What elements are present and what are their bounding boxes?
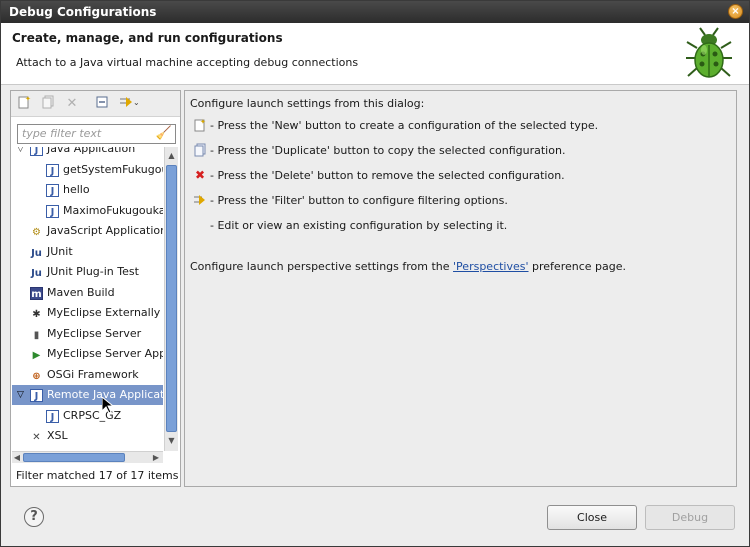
tree-item[interactable]: JgetSystemFukugou [12, 160, 163, 180]
perspective-prefix: Configure launch perspective settings fr… [190, 260, 454, 273]
tree-item-label: XSL [47, 429, 68, 442]
tree-item-label: JUnit Plug-in Test [47, 265, 139, 278]
tree-item[interactable]: m Maven Build [12, 283, 163, 303]
junit-plugin-icon: Ju [31, 268, 42, 279]
tree-item-label: JUnit [47, 244, 73, 258]
tree-item[interactable]: ▽ J Java Application [12, 147, 163, 159]
perspective-text: Configure launch perspective settings fr… [190, 260, 626, 273]
duplicate-icon[interactable] [39, 95, 57, 113]
java-config-icon: J [46, 184, 59, 197]
dialog-header: Create, manage, and run configurations A… [1, 23, 749, 85]
myeclipse-server-icon: ▮ [33, 329, 40, 341]
remote-java-icon: J [30, 389, 43, 402]
javascript-icon: ⚙ [32, 227, 41, 238]
scroll-left-icon[interactable]: ◀ [12, 452, 22, 463]
tree-item-label: MaximoFukugouka [63, 203, 163, 217]
filter-icon [193, 193, 207, 207]
osgi-icon: ⊕ [32, 370, 41, 382]
instruction-duplicate: - Press the 'Duplicate' button to copy t… [210, 144, 566, 157]
tree-item-label: JavaScript Application [47, 224, 163, 237]
filter-input[interactable]: type filter text 🧹 [17, 124, 176, 144]
vertical-scroll-thumb[interactable] [166, 165, 177, 432]
new-config-icon[interactable]: ✦ [15, 95, 33, 113]
intro-text: Configure launch settings from this dial… [190, 97, 425, 110]
tree-item[interactable]: Jhello [12, 180, 163, 200]
java-config-icon: J [46, 204, 59, 218]
myeclipse-server-app-icon: ▶ [32, 350, 41, 361]
close-button[interactable]: Close [547, 505, 637, 530]
tree-item[interactable]: ▶ MyEclipse Server App [12, 344, 163, 364]
tree-item-label: getSystemFukugou [63, 162, 163, 176]
tree-item-label: MyEclipse Server App [47, 347, 163, 360]
junit-icon: Ju [31, 247, 42, 259]
scroll-right-icon[interactable]: ▶ [151, 452, 161, 463]
config-toolbar: ✦ ✕ ⌄ [11, 91, 180, 117]
tree-item[interactable]: ⊕ OSGi Framework [12, 365, 163, 385]
clear-filter-icon[interactable]: 🧹 [156, 126, 172, 141]
tree-item-label: Java Application [47, 147, 136, 155]
tree-item[interactable]: ▮ MyEclipse Server [12, 324, 163, 344]
xsl-icon: ✕ [32, 432, 41, 443]
instruction-delete: - Press the 'Delete' button to remove th… [210, 169, 565, 182]
svg-text:✦: ✦ [200, 118, 206, 126]
new-config-icon: ✦ [193, 118, 207, 132]
tree-item[interactable]: ✱ MyEclipse Externally l [12, 303, 163, 323]
maven-icon: m [30, 286, 43, 300]
debug-bug-icon [686, 27, 732, 78]
instruction-filter: - Press the 'Filter' button to configure… [210, 194, 508, 207]
svg-text:⌄: ⌄ [133, 98, 140, 107]
window-title: Debug Configurations [9, 5, 157, 19]
filter-placeholder: type filter text [22, 127, 102, 140]
configuration-details-pane: Configure launch settings from this dial… [184, 90, 737, 487]
tree-item-label: Maven Build [47, 285, 115, 299]
tree-item[interactable]: Ju JUnit [12, 242, 163, 262]
tree-item[interactable]: ⚙ JavaScript Application [12, 221, 163, 241]
delete-icon: ✖ [194, 168, 206, 182]
tree-item[interactable]: J MaximoFukugouka [12, 201, 163, 221]
expand-twisty-icon[interactable]: ▽ [17, 385, 27, 405]
svg-text:✦: ✦ [25, 95, 31, 103]
tree-item-label: OSGi Framework [47, 367, 139, 381]
java-app-icon: J [30, 147, 43, 156]
instruction-new: - Press the 'New' button to create a con… [210, 119, 599, 132]
expand-twisty-icon[interactable]: ▽ [17, 147, 27, 159]
duplicate-icon [193, 143, 207, 157]
filter-status: Filter matched 17 of 17 items [16, 469, 179, 482]
vertical-scrollbar[interactable]: ▲ ▼ [164, 147, 178, 451]
configuration-list-pane: ✦ ✕ ⌄ type filter text 🧹 ▽ J Java Applicat… [10, 90, 181, 487]
horizontal-scroll-thumb[interactable] [23, 453, 125, 462]
header-description: Attach to a Java virtual machine accepti… [16, 56, 359, 69]
tree-item-label: MyEclipse Server [47, 326, 142, 340]
tree-item[interactable]: ✕ XSL [12, 426, 163, 446]
close-window-icon[interactable]: × [728, 4, 743, 19]
scroll-down-icon[interactable]: ▼ [166, 435, 177, 447]
tree-item-label: hello [63, 183, 90, 196]
help-icon[interactable]: ? [24, 507, 44, 527]
instruction-edit: - Edit or view an existing configuration… [210, 219, 508, 232]
perspective-suffix: preference page. [528, 260, 627, 273]
myeclipse-external-icon: ✱ [32, 309, 41, 320]
debug-configurations-dialog: Debug Configurations × Create, manage, a… [0, 0, 750, 547]
remote-config-icon: J [46, 409, 59, 423]
header-title: Create, manage, and run configurations [12, 31, 283, 45]
java-config-icon: J [46, 163, 59, 177]
perspectives-link[interactable]: 'Perspectives' [453, 260, 529, 273]
configuration-tree[interactable]: ▽ J Java Application JgetSystemFukugou Jhell… [12, 147, 163, 451]
delete-icon[interactable]: ✕ [63, 95, 81, 113]
tree-item[interactable]: ▽ J Remote Java Applicati [12, 385, 163, 405]
tree-item-label: MyEclipse Externally l [47, 306, 163, 319]
filter-icon[interactable]: ⌄ [117, 95, 141, 113]
title-bar[interactable]: Debug Configurations × [1, 1, 749, 23]
collapse-all-icon[interactable] [93, 95, 111, 113]
horizontal-scrollbar[interactable]: ◀ ▶ [12, 451, 163, 463]
tree-item[interactable]: J CRPSC_GZ [12, 406, 163, 426]
mouse-cursor-icon [102, 397, 114, 414]
scroll-up-icon[interactable]: ▲ [166, 150, 177, 162]
debug-button[interactable]: Debug [645, 505, 735, 530]
tree-item[interactable]: Ju JUnit Plug-in Test [12, 262, 163, 282]
